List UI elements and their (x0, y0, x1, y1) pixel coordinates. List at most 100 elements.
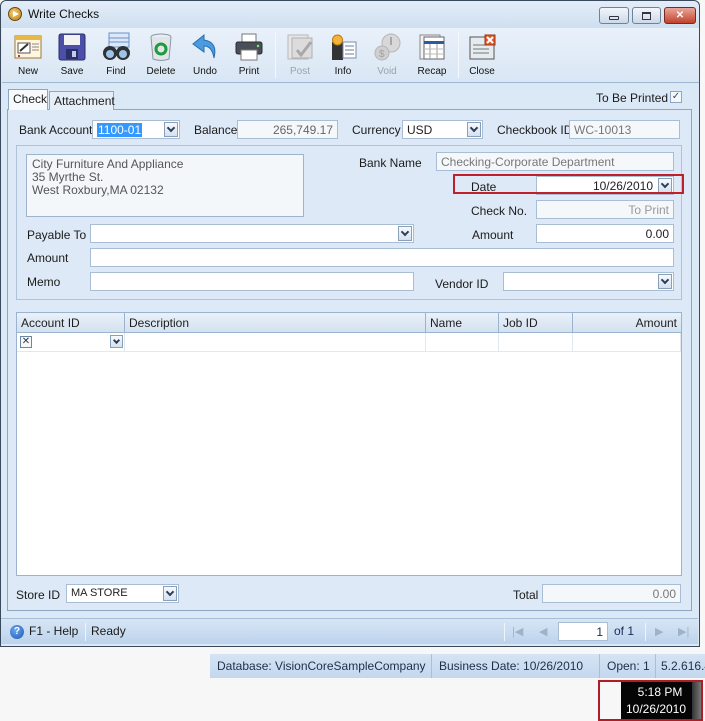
to-be-printed-checkbox[interactable]: ✓ (670, 91, 682, 103)
window-close-button[interactable]: ✕ (664, 7, 696, 24)
page-count-label: of 1 (614, 624, 635, 638)
memo-field[interactable] (90, 272, 414, 291)
recycle-bin-icon (150, 33, 172, 61)
grid-header: Account ID Description Name Job ID Amoun… (17, 313, 681, 333)
status-separator (85, 623, 86, 641)
bank-account-dropdown-button[interactable] (164, 122, 178, 137)
currency-combo[interactable]: USD (402, 120, 483, 139)
currency-dropdown-button[interactable] (467, 122, 481, 137)
vendor-id-combo[interactable] (503, 272, 674, 291)
recap-button[interactable]: Recap (410, 30, 454, 80)
balance-label: Balance (194, 123, 238, 137)
currency-label: Currency (352, 123, 401, 137)
tab-attachment[interactable]: Attachment (49, 91, 115, 110)
find-button[interactable]: Find (94, 30, 138, 80)
help-icon[interactable]: ? (10, 625, 24, 639)
delete-button[interactable]: Delete (139, 30, 183, 80)
post-button[interactable]: Post (278, 30, 322, 80)
total-field: 0.00 (542, 584, 681, 603)
cell-job-id[interactable] (499, 333, 573, 352)
app-icon[interactable] (8, 7, 22, 21)
bank-account-combo[interactable]: 1100-01 (92, 120, 180, 139)
show-desktop-button[interactable] (692, 682, 701, 719)
toolbar-separator (458, 32, 459, 78)
save-button[interactable]: Save (50, 30, 94, 80)
chevron-down-icon (660, 275, 670, 285)
version-info: 5.2.616.44 (661, 659, 705, 673)
store-id-dropdown-button[interactable] (163, 586, 177, 601)
check-no-label: Check No. (471, 204, 528, 218)
chevron-down-icon (469, 123, 479, 133)
address-line: West Roxbury,MA 02132 (32, 183, 164, 197)
column-header-description[interactable]: Description (125, 313, 426, 333)
amount-words-field[interactable] (90, 248, 674, 267)
minimize-icon (609, 15, 619, 20)
cell-name[interactable] (426, 333, 499, 352)
account-id-dropdown-button[interactable] (110, 335, 123, 348)
payable-to-dropdown-button[interactable] (398, 226, 412, 241)
total-label: Total (513, 588, 539, 602)
delete-label: Delete (146, 66, 176, 77)
page-number-input[interactable]: 1 (558, 622, 608, 641)
column-header-account-id[interactable]: Account ID (17, 313, 125, 333)
payable-to-combo[interactable] (90, 224, 414, 243)
taskbar-clock-highlight[interactable]: 5:18 PM 10/26/2010 (598, 680, 703, 721)
new-document-icon (14, 35, 42, 59)
first-page-icon[interactable]: |◀ (512, 625, 523, 638)
new-button[interactable]: New (6, 30, 50, 80)
clock-date: 10/26/2010 (625, 702, 687, 716)
bank-name-label: Bank Name (359, 156, 422, 170)
bank-name-field: Checking-Corporate Department (436, 152, 674, 171)
column-header-job-id[interactable]: Job ID (499, 313, 573, 333)
date-highlight-box (453, 174, 684, 194)
next-page-icon[interactable]: ▶ (655, 625, 663, 638)
cell-amount[interactable] (573, 333, 681, 352)
close-form-icon (469, 34, 496, 60)
void-icon: $ (374, 33, 401, 61)
status-separator (504, 623, 505, 641)
binoculars-icon (103, 32, 130, 60)
checkbook-id-field: WC-10013 (569, 120, 680, 139)
cell-description[interactable] (125, 333, 426, 352)
recap-icon (419, 34, 445, 60)
close-form-button[interactable]: Close (460, 30, 504, 80)
memo-label: Memo (27, 275, 61, 289)
info-label: Info (334, 66, 352, 77)
maximize-icon (642, 11, 651, 20)
currency-value: USD (407, 123, 433, 137)
minimize-button[interactable] (599, 7, 629, 24)
printer-icon (235, 33, 263, 61)
amount-field[interactable]: 0.00 (536, 224, 674, 243)
help-label[interactable]: F1 - Help (29, 624, 78, 638)
save-label: Save (60, 66, 84, 77)
column-header-amount[interactable]: Amount (573, 313, 681, 333)
void-button[interactable]: $ Void (365, 30, 409, 80)
print-label: Print (238, 66, 260, 77)
database-info: Database: VisionCoreSampleCompany (210, 654, 432, 678)
post-label: Post (289, 66, 310, 77)
delete-row-icon[interactable]: ✕ (20, 336, 32, 348)
floppy-disk-icon (58, 33, 86, 61)
tab-check[interactable]: Check (8, 89, 48, 110)
tray-blank-area (600, 682, 621, 719)
title-bar[interactable]: Write Checks ✕ (1, 1, 699, 28)
maximize-button[interactable] (632, 7, 661, 24)
cell-account-id[interactable]: ✕ (17, 333, 125, 352)
open-count-info: Open: 1 (600, 654, 656, 678)
check-detail-grid: Account ID Description Name Job ID Amoun… (16, 312, 682, 576)
last-page-icon[interactable]: ▶| (678, 625, 689, 638)
vendor-id-dropdown-button[interactable] (658, 274, 672, 289)
address-box: City Furniture And Appliance 35 Myrthe S… (26, 154, 304, 217)
info-button[interactable]: Info (321, 30, 365, 80)
print-button[interactable]: Print (227, 30, 271, 80)
void-label: Void (377, 66, 397, 77)
to-be-printed-label: To Be Printed (596, 91, 669, 105)
recap-label: Recap (417, 66, 447, 77)
chevron-down-icon (112, 336, 121, 344)
previous-page-icon[interactable]: ◀ (539, 625, 547, 638)
store-id-combo[interactable]: MA STORE (66, 584, 179, 603)
column-header-name[interactable]: Name (426, 313, 499, 333)
business-date-info: Business Date: 10/26/2010 (432, 654, 600, 678)
undo-label: Undo (193, 66, 217, 77)
undo-button[interactable]: Undo (183, 30, 227, 80)
